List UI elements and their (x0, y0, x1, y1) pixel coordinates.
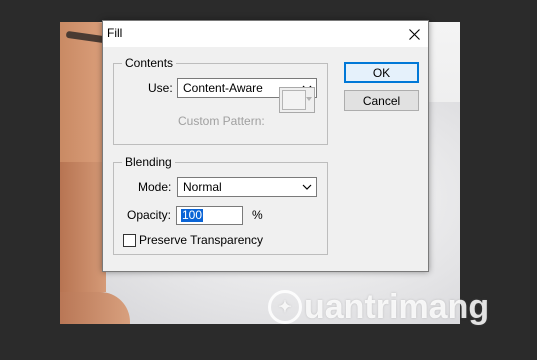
chevron-down-icon (302, 184, 312, 190)
close-button[interactable] (400, 21, 428, 47)
title-bar[interactable]: Fill (103, 21, 428, 47)
blending-legend: Blending (125, 155, 172, 169)
contents-legend: Contents (125, 56, 174, 70)
pattern-swatch (282, 90, 306, 110)
dialog-title: Fill (107, 26, 123, 40)
pattern-dropdown-icon (306, 97, 312, 101)
side-arm (60, 162, 106, 292)
watermark-text: uantrimang (304, 287, 490, 326)
custom-pattern-picker[interactable] (279, 87, 315, 113)
mode-value: Normal (183, 180, 222, 194)
opacity-label: Opacity: (127, 208, 172, 222)
opacity-value: 100 (181, 208, 204, 222)
preserve-transparency-checkbox[interactable] (123, 234, 136, 247)
ok-button[interactable]: OK (344, 62, 419, 83)
use-label: Use: (148, 81, 173, 95)
custom-pattern-label: Custom Pattern: (178, 114, 265, 128)
preserve-transparency-label[interactable]: Preserve Transparency (139, 233, 263, 247)
close-icon (408, 28, 420, 40)
opacity-unit: % (252, 208, 263, 222)
watermark: ✦ uantrimang (268, 284, 489, 330)
bulb-icon: ✦ (268, 290, 302, 324)
mode-select[interactable]: Normal (177, 177, 317, 197)
mode-label: Mode: (138, 180, 172, 194)
opacity-input[interactable]: 100 (176, 206, 243, 225)
use-value: Content-Aware (183, 81, 263, 95)
cancel-button[interactable]: Cancel (344, 90, 419, 111)
